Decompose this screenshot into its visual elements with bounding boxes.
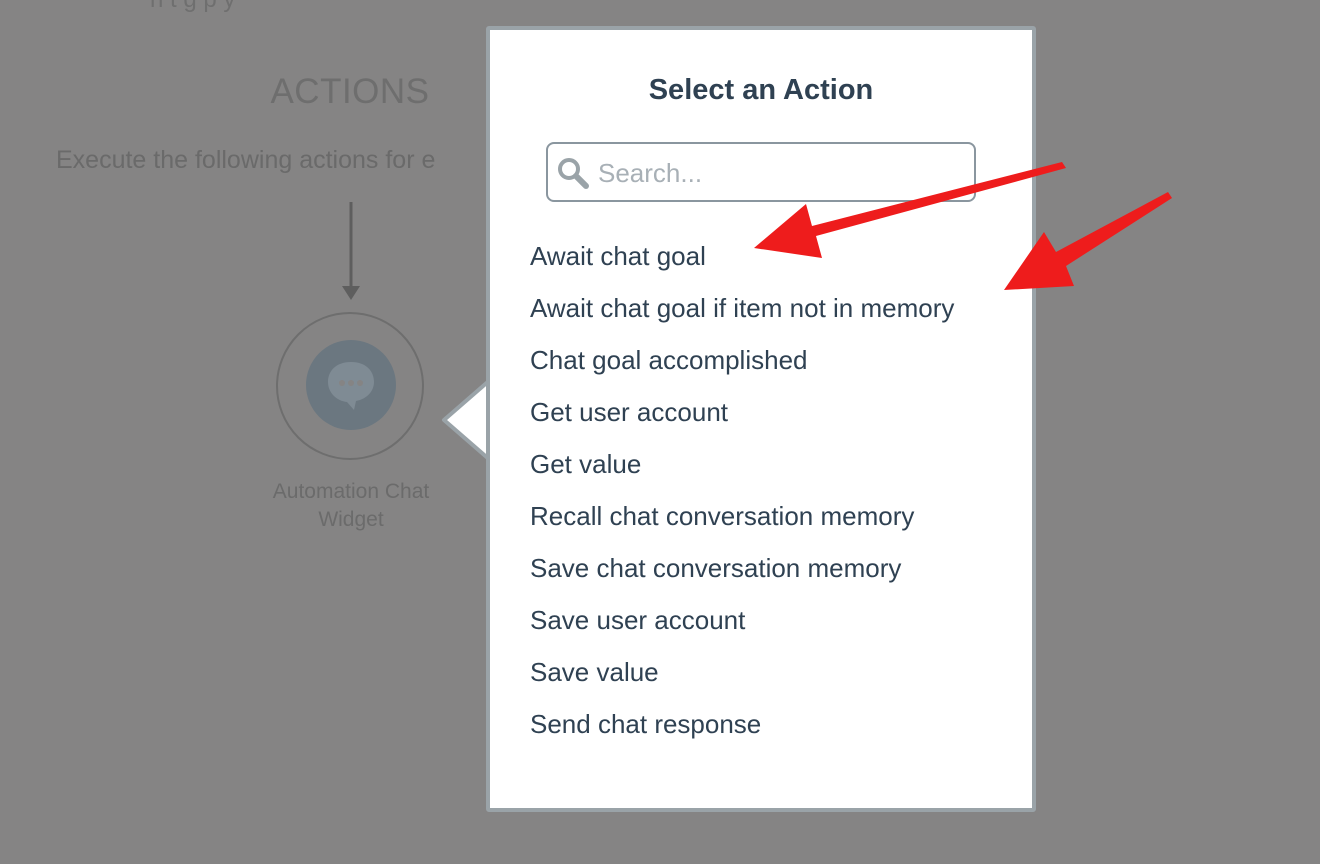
action-item-chat-goal-accomplished[interactable]: Chat goal accomplished <box>530 334 954 386</box>
action-item-get-value[interactable]: Get value <box>530 438 954 490</box>
action-item-recall-chat-memory[interactable]: Recall chat conversation memory <box>530 490 954 542</box>
node-label-line2: Widget <box>318 508 384 531</box>
select-action-modal: Select an Action Await chat goal Await c… <box>486 26 1036 812</box>
automation-node-label: Automation Chat Widget <box>236 478 466 534</box>
chat-bubble-ellipsis-icon[interactable] <box>306 340 396 430</box>
search-input[interactable] <box>596 152 970 194</box>
action-item-await-chat-goal[interactable]: Await chat goal <box>530 230 954 282</box>
action-item-save-user-account[interactable]: Save user account <box>530 594 954 646</box>
actions-heading: ACTIONS <box>270 72 430 111</box>
action-item-get-user-account[interactable]: Get user account <box>530 386 954 438</box>
flow-down-arrow-icon <box>342 202 360 300</box>
node-label-line1: Automation Chat <box>272 480 430 503</box>
background-cut-text: h t g p y <box>150 0 235 14</box>
action-item-save-value[interactable]: Save value <box>530 646 954 698</box>
actions-description: Execute the following actions for e <box>56 146 436 174</box>
action-item-save-chat-memory[interactable]: Save chat conversation memory <box>530 542 954 594</box>
search-box[interactable] <box>546 142 976 202</box>
modal-pointer <box>442 378 492 462</box>
search-icon <box>558 158 589 189</box>
action-list: Await chat goal Await chat goal if item … <box>530 230 954 750</box>
action-item-await-chat-goal-if-not-in-memory[interactable]: Await chat goal if item not in memory <box>530 282 954 334</box>
action-item-send-chat-response[interactable]: Send chat response <box>530 698 954 750</box>
modal-title: Select an Action <box>648 74 874 106</box>
